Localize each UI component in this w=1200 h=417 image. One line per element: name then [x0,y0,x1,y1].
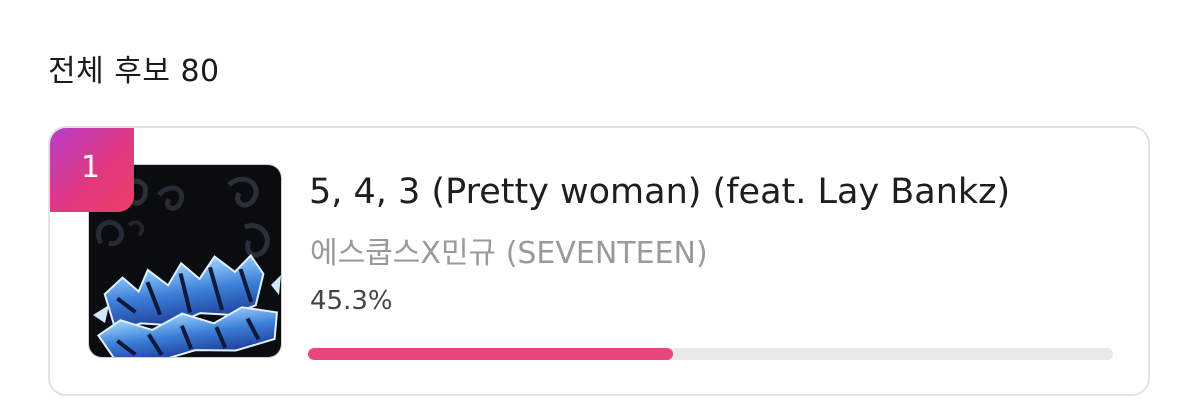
rank-badge: 1 [50,128,134,212]
song-title: 5, 4, 3 (Pretty woman) (feat. Lay Bankz) [309,172,1011,212]
vote-percentage: 45.3% [310,286,393,316]
vote-progress-fill [308,348,673,360]
vote-progress-bar [308,348,1113,360]
vote-results-page: 전체 후보 80 1 5, 4, 3 (Pretty woman) (feat.… [0,0,1200,417]
rank-number: 1 [81,150,101,185]
artist-name: 에스쿱스X민규 (SEVENTEEN) [310,236,708,271]
total-candidates-heading: 전체 후보 80 [48,54,220,89]
